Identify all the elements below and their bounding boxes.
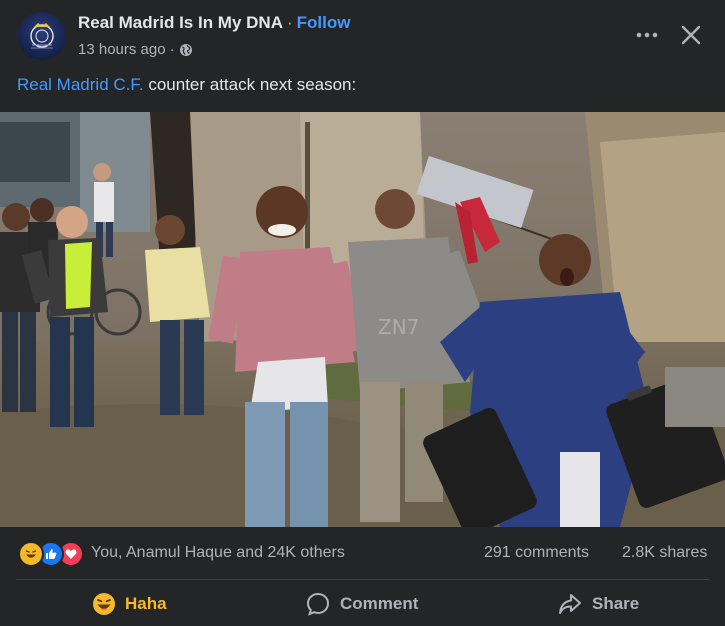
post-image[interactable]: ZN7 <box>0 112 725 527</box>
post-caption: Real Madrid C.F. counter attack next sea… <box>17 75 356 95</box>
reaction-icons[interactable] <box>18 541 86 567</box>
actions-divider <box>16 579 709 580</box>
share-button[interactable]: Share <box>557 582 639 626</box>
caption-text: counter attack next season: <box>143 75 357 94</box>
post-timestamp[interactable]: 13 hours ago <box>78 41 166 58</box>
comment-icon <box>306 592 330 616</box>
comment-button[interactable]: Comment <box>305 582 418 626</box>
post-actions: Haha Comment Share <box>0 582 725 626</box>
comment-label: Comment <box>340 594 419 613</box>
page-avatar[interactable] <box>18 12 66 60</box>
name-separator: · <box>286 13 293 32</box>
shares-count[interactable]: 2.8K shares <box>622 544 707 562</box>
haha-label: Haha <box>125 594 167 613</box>
page-name-link[interactable]: Real Madrid Is In My DNA <box>78 13 283 32</box>
page-name-line: Real Madrid Is In My DNA · Follow <box>78 13 350 33</box>
reactions-summary[interactable]: You, Anamul Haque and 24K others <box>91 544 345 562</box>
post-header: Real Madrid Is In My DNA · Follow 13 hours… <box>0 0 725 70</box>
meta-separator: · <box>169 41 175 58</box>
more-options-button[interactable] <box>632 20 662 50</box>
haha-icon <box>93 593 115 615</box>
globe-icon[interactable] <box>179 43 193 57</box>
comments-count[interactable]: 291 comments <box>484 544 589 562</box>
haha-icon <box>18 541 44 567</box>
close-icon <box>681 25 701 45</box>
follow-button[interactable]: Follow <box>297 13 351 32</box>
club-crest-icon <box>30 23 54 49</box>
more-horizontal-icon <box>636 32 658 38</box>
watermark-text: ZN7 <box>378 315 419 339</box>
share-icon <box>559 594 581 614</box>
close-button[interactable] <box>676 20 706 50</box>
reactions-bar: You, Anamul Haque and 24K others 291 com… <box>0 527 725 579</box>
share-label: Share <box>592 594 640 613</box>
post-meta: 13 hours ago · <box>78 41 193 58</box>
haha-button[interactable]: Haha <box>92 582 167 626</box>
mention-link[interactable]: Real Madrid C.F. <box>17 75 144 94</box>
meme-photo: ZN7 <box>0 112 725 527</box>
